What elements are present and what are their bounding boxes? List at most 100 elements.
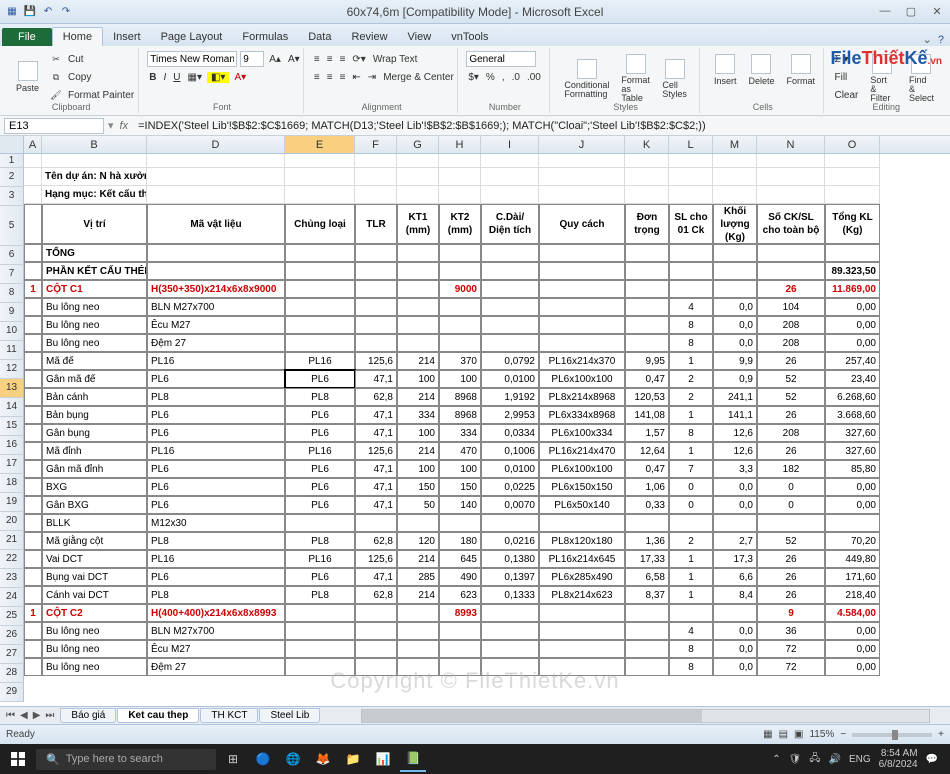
cell[interactable]: [539, 298, 625, 316]
cell[interactable]: [285, 604, 355, 622]
cell[interactable]: 1: [669, 352, 713, 370]
cell[interactable]: 327,60: [825, 424, 880, 442]
cell[interactable]: [355, 334, 397, 352]
cell[interactable]: Bụng vai DCT: [42, 568, 147, 586]
cell[interactable]: [439, 622, 481, 640]
ribbon-minimize-icon[interactable]: ⌄: [923, 33, 932, 46]
cell[interactable]: 370: [439, 352, 481, 370]
cell[interactable]: [285, 622, 355, 640]
view-pagebreak-icon[interactable]: ▣: [794, 729, 803, 740]
cell[interactable]: PL6: [285, 568, 355, 586]
cell[interactable]: PL8: [285, 388, 355, 406]
cell[interactable]: PL6: [285, 460, 355, 478]
cell[interactable]: [539, 154, 625, 168]
cell[interactable]: 0,0: [713, 316, 757, 334]
cell[interactable]: [669, 244, 713, 262]
cell[interactable]: BLLK: [42, 514, 147, 532]
table-header[interactable]: Mã vật liệu: [147, 204, 285, 244]
format-painter-icon[interactable]: 🖌: [49, 88, 63, 102]
row-header[interactable]: 16: [0, 436, 24, 455]
row-header[interactable]: 12: [0, 360, 24, 379]
row-header[interactable]: 9: [0, 303, 24, 322]
cell[interactable]: PL6: [285, 406, 355, 424]
cell[interactable]: 125,6: [355, 442, 397, 460]
cell[interactable]: 0,00: [825, 298, 880, 316]
cell[interactable]: [285, 244, 355, 262]
cell[interactable]: 257,40: [825, 352, 880, 370]
cell[interactable]: [625, 658, 669, 676]
cell[interactable]: PL6: [285, 424, 355, 442]
cell[interactable]: 0,0216: [481, 532, 539, 550]
cell[interactable]: [481, 334, 539, 352]
cell[interactable]: 0,0: [713, 478, 757, 496]
align-top-icon[interactable]: ≡: [312, 53, 322, 66]
cell[interactable]: BXG: [42, 478, 147, 496]
cell[interactable]: 4: [669, 622, 713, 640]
cell[interactable]: [285, 334, 355, 352]
cell-styles-button[interactable]: Cell Styles: [656, 50, 693, 107]
cell[interactable]: [24, 658, 42, 676]
increase-indent-icon[interactable]: ⇥: [366, 71, 378, 84]
cell[interactable]: PL6x150x150: [539, 478, 625, 496]
cell[interactable]: [397, 168, 439, 186]
col-header-E[interactable]: E: [285, 136, 355, 153]
cell[interactable]: [397, 640, 439, 658]
cell[interactable]: 12,6: [713, 424, 757, 442]
cell[interactable]: 36: [757, 622, 825, 640]
table-header[interactable]: KT1 (mm): [397, 204, 439, 244]
cell[interactable]: Bản cánh: [42, 388, 147, 406]
cell[interactable]: [713, 604, 757, 622]
cell[interactable]: [669, 154, 713, 168]
cell[interactable]: [439, 298, 481, 316]
cell[interactable]: [625, 298, 669, 316]
cell[interactable]: [713, 244, 757, 262]
cell[interactable]: 0: [757, 478, 825, 496]
row-header[interactable]: 8: [0, 284, 24, 303]
cell[interactable]: 47,1: [355, 568, 397, 586]
cell[interactable]: 6,58: [625, 568, 669, 586]
cell[interactable]: 26: [757, 586, 825, 604]
cell[interactable]: [355, 640, 397, 658]
cell[interactable]: 0,1006: [481, 442, 539, 460]
cell[interactable]: 1,36: [625, 532, 669, 550]
cell[interactable]: [481, 280, 539, 298]
cell[interactable]: [24, 568, 42, 586]
cell[interactable]: 125,6: [355, 550, 397, 568]
cell[interactable]: Gân mã đỉnh: [42, 460, 147, 478]
cell[interactable]: [757, 244, 825, 262]
decrease-decimal-icon[interactable]: .00: [525, 71, 543, 84]
tab-page-layout[interactable]: Page Layout: [151, 28, 233, 46]
cell[interactable]: [397, 186, 439, 204]
tray-shield-icon[interactable]: 🛡: [789, 754, 802, 765]
cell[interactable]: 1: [24, 280, 42, 298]
cell[interactable]: 0,1380: [481, 550, 539, 568]
cell[interactable]: 89.323,50: [825, 262, 880, 280]
cell[interactable]: 2: [669, 532, 713, 550]
cell[interactable]: [397, 622, 439, 640]
cell[interactable]: [539, 280, 625, 298]
cell[interactable]: [24, 442, 42, 460]
cell[interactable]: 1: [669, 442, 713, 460]
cell[interactable]: [24, 460, 42, 478]
cell[interactable]: Mã đỉnh: [42, 442, 147, 460]
cell[interactable]: 8: [669, 658, 713, 676]
cell[interactable]: [397, 244, 439, 262]
cell[interactable]: 285: [397, 568, 439, 586]
cell[interactable]: 12,6: [713, 442, 757, 460]
cell[interactable]: [825, 154, 880, 168]
cell[interactable]: [24, 388, 42, 406]
cell[interactable]: Bu lông neo: [42, 658, 147, 676]
cell[interactable]: [147, 244, 285, 262]
cell[interactable]: 120: [397, 532, 439, 550]
cell[interactable]: [481, 154, 539, 168]
cell[interactable]: 72: [757, 658, 825, 676]
cell[interactable]: BLN M27x700: [147, 622, 285, 640]
cell[interactable]: [539, 334, 625, 352]
row-header[interactable]: 27: [0, 645, 24, 664]
cell[interactable]: 0,0100: [481, 370, 539, 388]
row-header[interactable]: 2: [0, 168, 24, 187]
cell[interactable]: [439, 640, 481, 658]
zoom-in-icon[interactable]: +: [938, 729, 944, 740]
cell[interactable]: 26: [757, 550, 825, 568]
cell[interactable]: 26: [757, 568, 825, 586]
